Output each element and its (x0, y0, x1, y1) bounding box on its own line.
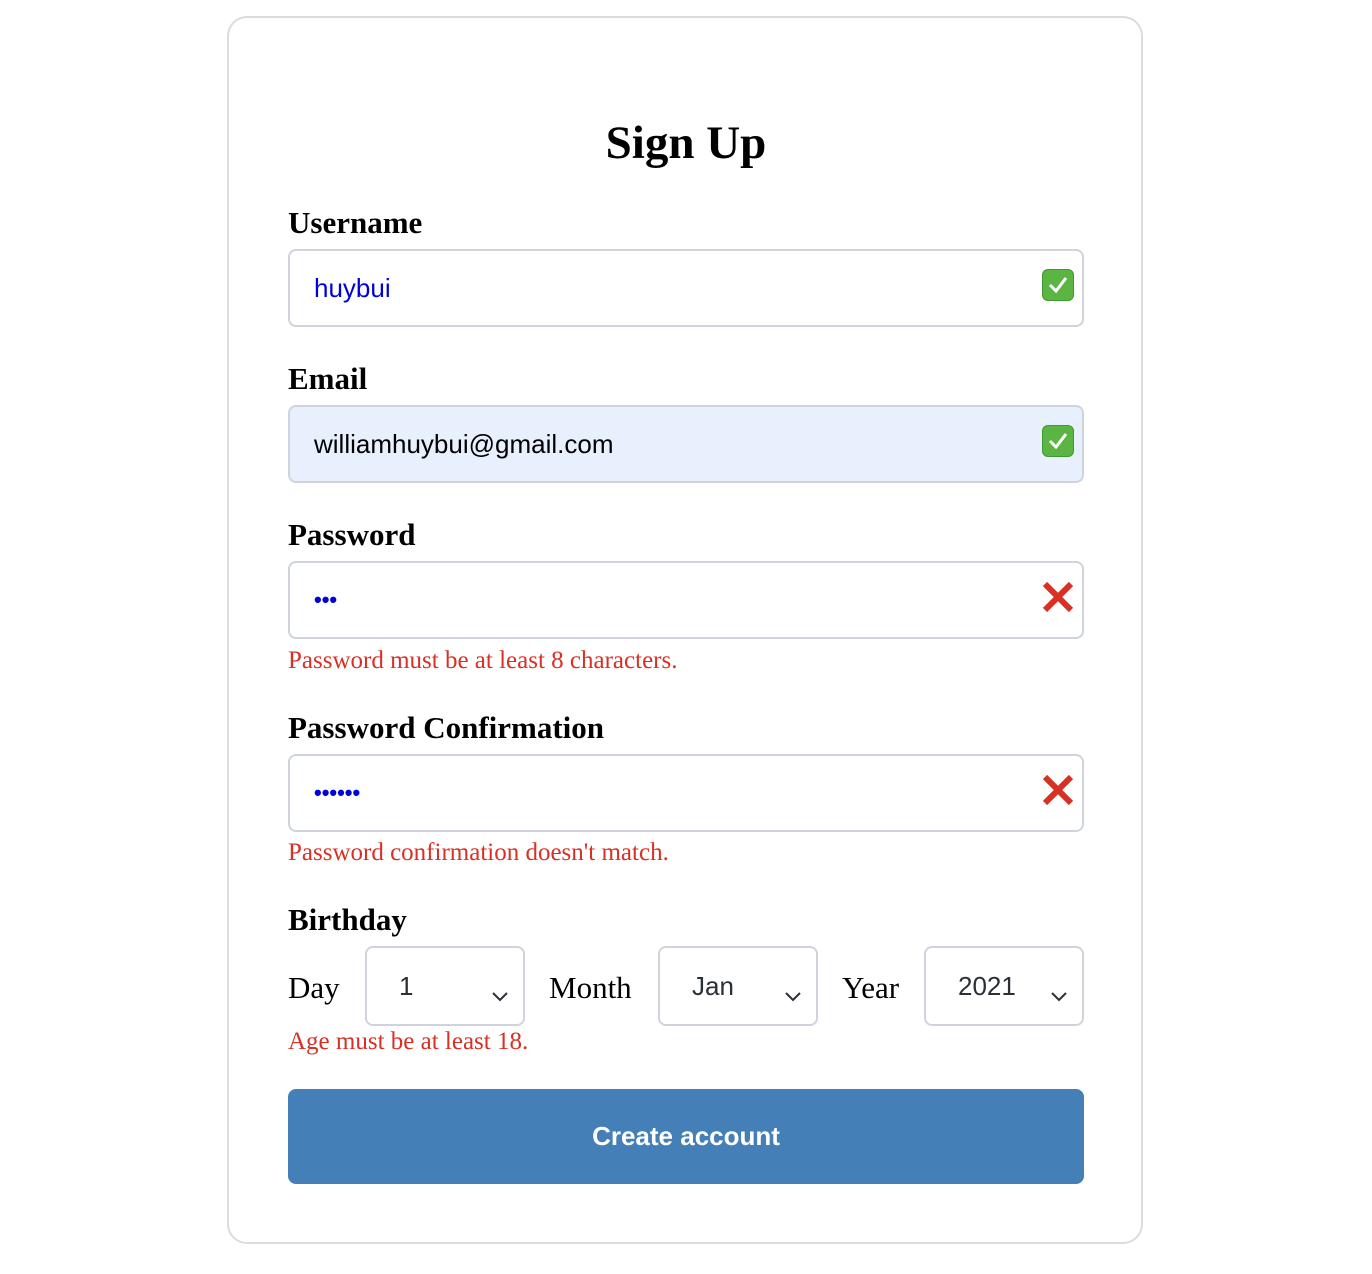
day-label: Day (288, 970, 340, 1005)
day-select[interactable]: 1 (365, 946, 525, 1026)
email-value: williamhuybui@gmail.com (314, 429, 614, 459)
password-field[interactable]: ••• (288, 561, 1084, 639)
email-field[interactable]: williamhuybui@gmail.com (288, 405, 1084, 483)
day-select-value: 1 (399, 971, 414, 1001)
email-label: Email (288, 361, 368, 396)
birthday-error: Age must be at least 18. (288, 1028, 529, 1055)
check-icon (1042, 269, 1074, 301)
x-icon (1040, 772, 1076, 808)
username-field[interactable]: huybui (288, 249, 1084, 327)
month-select-value: Jan (692, 971, 734, 1001)
password-confirmation-value: •••••• (314, 780, 361, 805)
username-value: huybui (314, 273, 391, 303)
password-value: ••• (314, 587, 338, 612)
x-icon (1040, 579, 1076, 615)
password-label: Password (288, 517, 416, 552)
password-error: Password must be at least 8 characters. (288, 647, 678, 674)
password-confirmation-error: Password confirmation doesn't match. (288, 839, 669, 866)
page-title: Sign Up (605, 117, 767, 169)
month-select[interactable]: Jan (658, 946, 818, 1026)
chevron-down-icon (491, 979, 509, 1010)
create-account-button[interactable]: Create account (288, 1089, 1084, 1184)
username-label: Username (288, 205, 423, 240)
year-select-value: 2021 (958, 971, 1016, 1001)
chevron-down-icon (1050, 979, 1068, 1010)
birthday-label: Birthday (288, 902, 407, 937)
month-label: Month (549, 970, 632, 1005)
password-confirmation-field[interactable]: •••••• (288, 754, 1084, 832)
year-label: Year (842, 970, 900, 1005)
chevron-down-icon (784, 979, 802, 1010)
check-icon (1042, 425, 1074, 457)
password-confirmation-label: Password Confirmation (288, 710, 605, 745)
year-select[interactable]: 2021 (924, 946, 1084, 1026)
